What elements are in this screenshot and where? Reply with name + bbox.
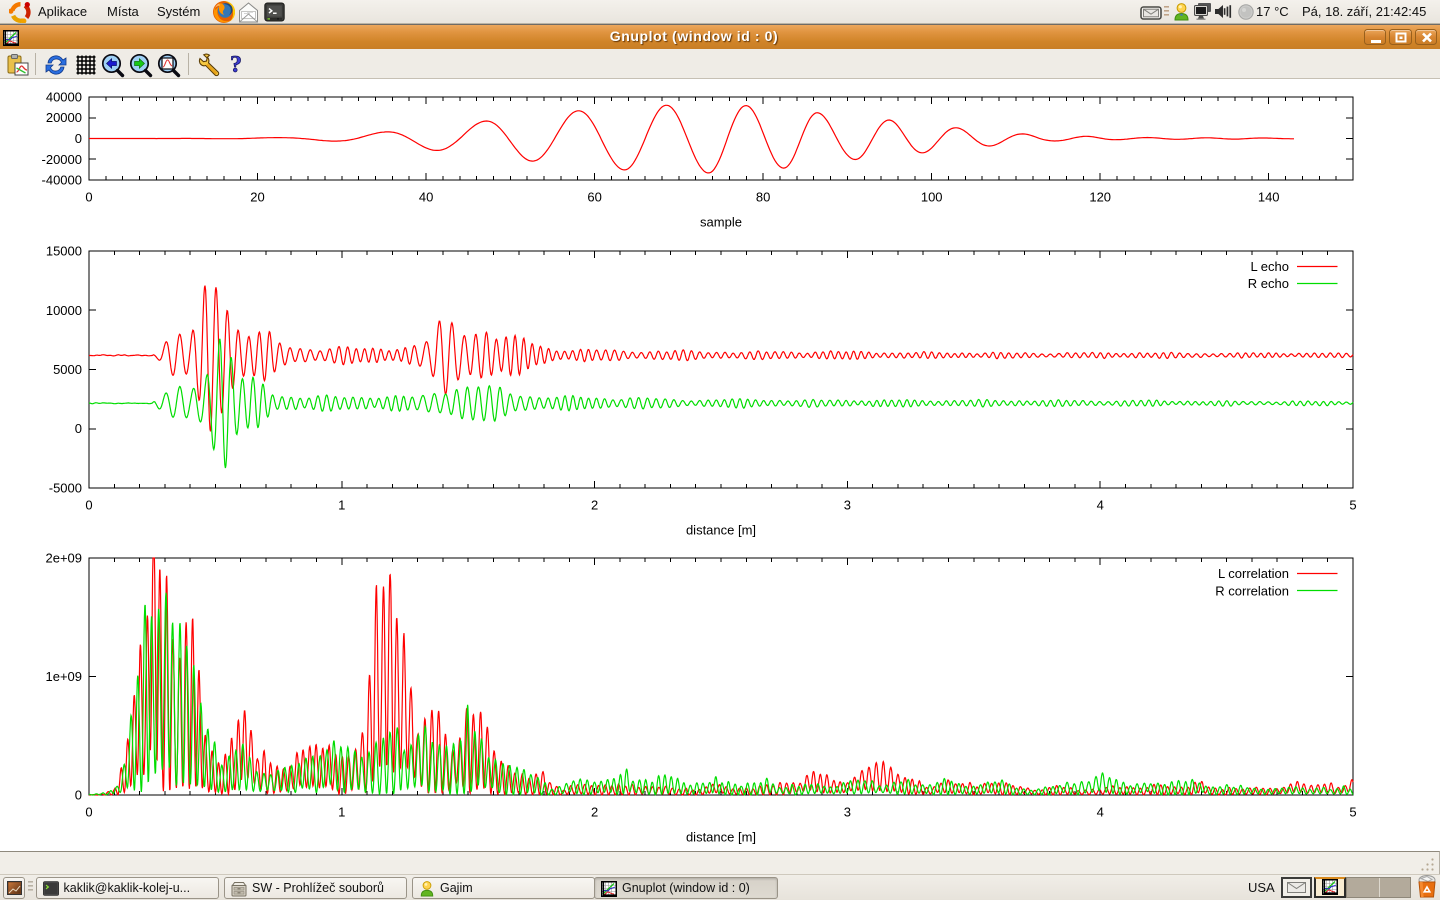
- svg-text:4: 4: [1097, 805, 1104, 820]
- svg-text:120: 120: [1089, 190, 1111, 205]
- svg-text:15000: 15000: [46, 244, 82, 259]
- svg-text:0: 0: [75, 788, 82, 803]
- svg-text:0: 0: [85, 498, 92, 513]
- svg-text:4: 4: [1097, 498, 1104, 513]
- svg-text:60: 60: [587, 190, 601, 205]
- svg-text:1e+09: 1e+09: [45, 669, 82, 684]
- svg-text:100: 100: [921, 190, 943, 205]
- svg-text:1: 1: [338, 498, 345, 513]
- svg-text:2e+09: 2e+09: [45, 551, 82, 566]
- svg-text:-5000: -5000: [49, 481, 82, 496]
- svg-text:2: 2: [591, 498, 598, 513]
- svg-text:1: 1: [338, 805, 345, 820]
- svg-text:40000: 40000: [46, 90, 82, 105]
- svg-text:-20000: -20000: [42, 152, 82, 167]
- svg-text:10000: 10000: [46, 303, 82, 318]
- svg-text:0: 0: [75, 421, 82, 436]
- svg-text:L correlation: L correlation: [1218, 566, 1289, 581]
- svg-text:20: 20: [250, 190, 264, 205]
- svg-text:sample: sample: [700, 215, 742, 230]
- svg-text:distance [m]: distance [m]: [686, 830, 756, 845]
- svg-text:2: 2: [591, 805, 598, 820]
- svg-text:5: 5: [1349, 498, 1356, 513]
- svg-text:R echo: R echo: [1248, 276, 1289, 291]
- svg-text:3: 3: [844, 805, 851, 820]
- svg-text:20000: 20000: [46, 110, 82, 125]
- svg-text:0: 0: [85, 805, 92, 820]
- svg-text:40: 40: [419, 190, 433, 205]
- svg-text:L echo: L echo: [1250, 259, 1289, 274]
- svg-text:0: 0: [85, 190, 92, 205]
- svg-text:80: 80: [756, 190, 770, 205]
- svg-text:5: 5: [1349, 805, 1356, 820]
- svg-text:0: 0: [75, 131, 82, 146]
- svg-text:distance [m]: distance [m]: [686, 523, 756, 538]
- svg-text:5000: 5000: [53, 362, 82, 377]
- svg-text:-40000: -40000: [42, 173, 82, 188]
- svg-text:3: 3: [844, 498, 851, 513]
- svg-text:140: 140: [1258, 190, 1280, 205]
- svg-text:R correlation: R correlation: [1215, 584, 1289, 599]
